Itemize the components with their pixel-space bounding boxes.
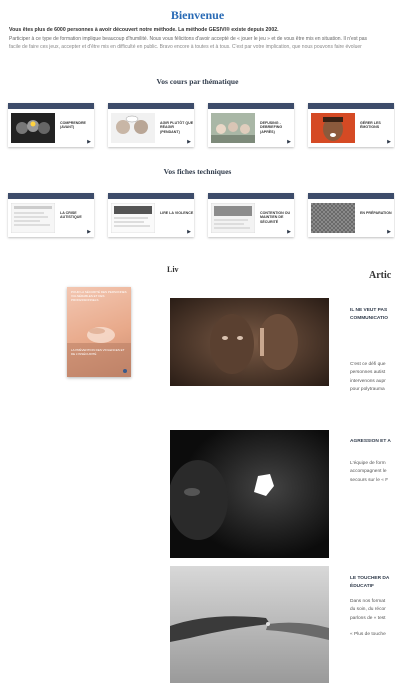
- intro-bold-text: Vous êtes plus de 6000 personnes à avoir…: [9, 27, 279, 33]
- fiche-card-lire-violence[interactable]: Lire la violence ▶: [108, 193, 194, 237]
- card-label: La crise autistique: [60, 211, 82, 220]
- card-label: Lire la violence: [160, 211, 194, 215]
- article-1-title[interactable]: IL NE VEUT PAS COMMUNICATIO: [350, 307, 388, 322]
- card-label: En préparation: [360, 211, 392, 215]
- article-2-text-line: L'équipe de form: [350, 461, 386, 466]
- article-2-text-line: accompagnent le: [350, 469, 387, 475]
- intro-text-line-3: facile de faire ces jeux, accepter et d'…: [9, 44, 362, 50]
- article-1-text-line: personnes autist: [350, 370, 386, 376]
- arrow-icon: ▶: [387, 229, 391, 235]
- fiche-card-preparation[interactable]: En préparation ▶: [308, 193, 394, 237]
- fiches-section-title: Vos fiches techniques: [163, 167, 232, 176]
- card-thumbnail: [111, 203, 155, 233]
- article-3-text-line: du soin, du récor: [350, 607, 386, 613]
- article-1-text-line: intervenons aupr: [350, 378, 386, 384]
- article-3-title-line: ÉDUCATIF: [350, 583, 374, 589]
- card-thumbnail: [211, 113, 255, 143]
- card-header-bar: [108, 193, 194, 199]
- article-1-title-line: IL NE VEUT PAS: [350, 308, 388, 313]
- article-2-title-line: AGRESSION ET A: [350, 439, 391, 444]
- cours-card-agir[interactable]: Agir plutôt que réagir (pendant) ▶: [108, 103, 194, 147]
- cours-card-defusing[interactable]: Defusing - Debriefing (après) ▶: [208, 103, 294, 147]
- card-thumbnail: [11, 113, 55, 143]
- card-label: Agir plutôt que réagir (pendant): [160, 121, 194, 134]
- book-cover-title: POUR LA SÉCURITÉ DES PERSONNES VULNÉRABL…: [71, 290, 127, 302]
- article-3-text-line: [350, 623, 386, 631]
- article-3-title[interactable]: LE TOUCHER DA ÉDUCATIF: [350, 575, 389, 590]
- article-3-text-line: Dans nos format: [350, 599, 386, 604]
- article-1-text-line: pour polytrauma: [350, 387, 385, 393]
- cours-section-title: Vos cours par thématique: [156, 77, 239, 86]
- cours-card-emotions[interactable]: Gérer les émotions ▶: [308, 103, 394, 147]
- card-label: Defusing - Debriefing (après): [260, 121, 283, 134]
- arrow-icon: ▶: [187, 229, 191, 235]
- article-3-text-line: parlons de « test: [350, 615, 386, 621]
- article-image-2[interactable]: [170, 430, 329, 558]
- article-3-read-more-link[interactable]: « Plus de touche: [350, 631, 386, 639]
- card-thumbnail: [311, 113, 355, 143]
- articles-section-title: Artic: [369, 270, 392, 281]
- card-thumbnail: [311, 203, 355, 233]
- article-1-title-line: COMMUNICATIO: [350, 315, 389, 321]
- arrow-icon: ▶: [87, 229, 91, 235]
- arrow-icon: ▶: [287, 229, 291, 235]
- fiche-card-contention[interactable]: Contention ou Maintien de sécurité ▶: [208, 193, 294, 237]
- article-1-text-line: C'est ce défi que: [350, 362, 386, 367]
- article-3-excerpt: Dans nos format du soin, du récor parlon…: [350, 598, 386, 640]
- fiche-card-crise-autistique[interactable]: La crise autistique ▶: [8, 193, 94, 237]
- article-image-3[interactable]: [170, 566, 329, 683]
- intro-text-line-2: Participer à ce type de formation impliq…: [9, 36, 368, 42]
- cours-card-comprendre[interactable]: Comprendre (avant) ▶: [8, 103, 94, 147]
- article-2-title[interactable]: AGRESSION ET A: [350, 438, 391, 446]
- card-header-bar: [308, 103, 394, 109]
- article-2-excerpt: L'équipe de form accompagnent le secours…: [350, 460, 388, 485]
- page-title: Bienvenue: [170, 8, 225, 22]
- arrow-icon: ▶: [187, 139, 191, 145]
- book-cover-subtitle: LA PRÉVENTION DES VIOLENCES ET DE L'INSÉ…: [71, 348, 125, 356]
- arrow-icon: ▶: [87, 139, 91, 145]
- article-3-title-line: LE TOUCHER DA: [350, 576, 390, 581]
- arrow-icon: ▶: [387, 139, 391, 145]
- card-thumbnail: [11, 203, 55, 233]
- card-thumbnail: [111, 113, 155, 143]
- article-1-excerpt: C'est ce défi que personnes autist inter…: [350, 361, 386, 395]
- card-thumbnail: [211, 203, 255, 233]
- article-image-1[interactable]: [170, 298, 329, 386]
- card-header-bar: [8, 193, 94, 199]
- card-header-bar: [208, 193, 294, 199]
- livre-section-title: Liv: [167, 265, 179, 274]
- card-header-bar: [108, 103, 194, 109]
- card-label: Contention ou Maintien de sécurité: [260, 211, 291, 224]
- card-label: Comprendre (avant): [60, 121, 86, 130]
- card-header-bar: [8, 103, 94, 109]
- arrow-icon: ▶: [287, 139, 291, 145]
- card-label: Gérer les émotions: [360, 121, 381, 130]
- card-header-bar: [208, 103, 294, 109]
- book-cover[interactable]: POUR LA SÉCURITÉ DES PERSONNES VULNÉRABL…: [67, 287, 131, 377]
- card-header-bar: [308, 193, 394, 199]
- article-2-text-line: secours sur le « F: [350, 477, 389, 483]
